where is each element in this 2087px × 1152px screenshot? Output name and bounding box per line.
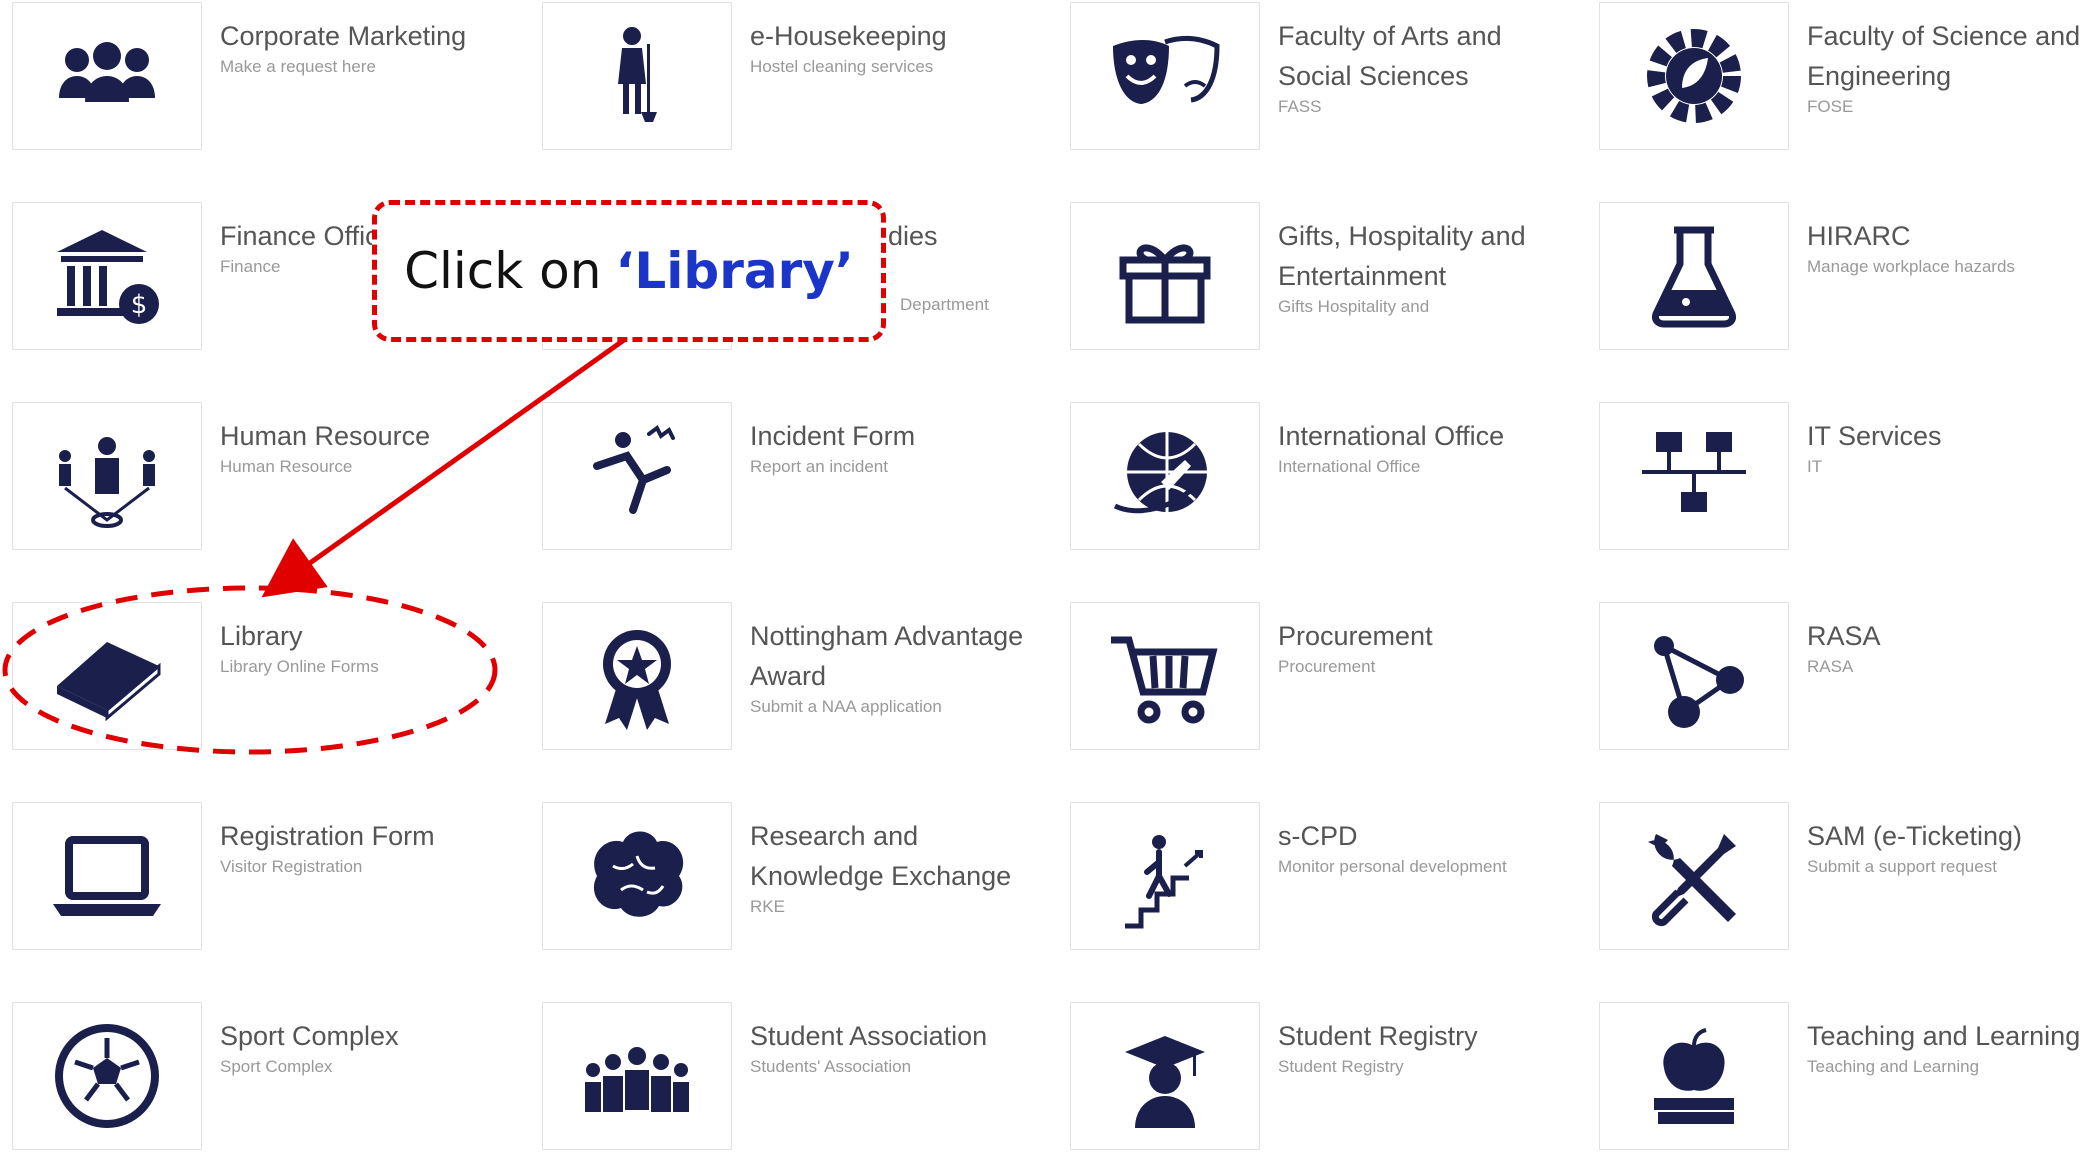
tile-sport-complex[interactable]: Sport Complex Sport Complex	[0, 1002, 530, 1152]
book-icon	[12, 602, 202, 750]
tile-subtitle: Monitor personal development	[1278, 857, 1507, 876]
tile-fass[interactable]: Faculty of Arts and Social Sciences FASS	[1058, 2, 1588, 152]
tile-teaching-learning[interactable]: Teaching and Learning Teaching and Learn…	[1587, 1002, 2087, 1152]
svg-text:$: $	[131, 290, 148, 320]
tile-hirarc[interactable]: HIRARC Manage workplace hazards	[1587, 202, 2087, 352]
tile-subtitle: Sport Complex	[220, 1057, 333, 1076]
tile-procurement[interactable]: Procurement Procurement	[1058, 602, 1588, 752]
theater-masks-icon	[1070, 2, 1260, 150]
tile-subtitle: Hostel cleaning services	[750, 57, 934, 76]
tile-subtitle: Manage workplace hazards	[1807, 257, 2015, 276]
tile-title: Research and Knowledge Exchange	[750, 821, 1012, 891]
people-network-icon	[12, 402, 202, 550]
tile-title: Teaching and Learning	[1807, 1021, 2081, 1051]
tile-s-cpd[interactable]: s-CPD Monitor personal development	[1058, 802, 1588, 952]
tile-title: Student Association	[750, 1021, 988, 1051]
tile-research-knowledge-exchange[interactable]: Research and Knowledge Exchange RKE	[530, 802, 1060, 952]
molecule-icon	[1599, 602, 1789, 750]
tile-subtitle: Gifts Hospitality and	[1278, 297, 1430, 316]
tile-subtitle: Teaching and Learning	[1807, 1057, 1980, 1076]
callout-prefix: Click on	[404, 242, 602, 300]
network-computers-icon	[1599, 402, 1789, 550]
tile-subtitle: FOSE	[1807, 97, 1854, 116]
gear-leaf-icon	[1599, 2, 1789, 150]
tile-international-office[interactable]: International Office International Offic…	[1058, 402, 1588, 552]
gift-icon	[1070, 202, 1260, 350]
tile-subtitle: Submit a support request	[1807, 857, 1997, 876]
tile-title: Library	[220, 621, 303, 651]
tile-subtitle: Student Registry	[1278, 1057, 1404, 1076]
people-group-icon	[12, 2, 202, 150]
tile-title: Gifts, Hospitality and Entertainment	[1278, 221, 1526, 291]
tile-student-association[interactable]: Student Association Students' Associatio…	[530, 1002, 1060, 1152]
tile-subtitle: IT	[1807, 457, 1823, 476]
tile-title: Faculty of Arts and Social Sciences	[1278, 21, 1502, 91]
shopping-cart-icon	[1070, 602, 1260, 750]
tile-title: International Office	[1278, 421, 1505, 451]
falling-person-icon	[542, 402, 732, 550]
tile-subtitle: FASS	[1278, 97, 1322, 116]
instruction-callout: Click on ‘Library’	[372, 200, 886, 342]
tile-rasa[interactable]: RASA RASA	[1587, 602, 2087, 752]
bank-dollar-icon: $	[12, 202, 202, 350]
crowd-icon	[542, 1002, 732, 1150]
tile-subtitle: International Office	[1278, 457, 1421, 476]
tile-title: Sport Complex	[220, 1021, 399, 1051]
tools-icon	[1599, 802, 1789, 950]
tile-title: Corporate Marketing	[220, 21, 467, 51]
callout-highlight: ‘Library’	[615, 242, 854, 300]
tile-corporate-marketing[interactable]: Corporate Marketing Make a request here	[0, 2, 530, 152]
tile-title: Nottingham Advantage Award	[750, 621, 1024, 691]
tile-subtitle: Procurement	[1278, 657, 1376, 676]
tile-subtitle: Visitor Registration	[220, 857, 363, 876]
graduate-icon	[1070, 1002, 1260, 1150]
laptop-icon	[12, 802, 202, 950]
tile-title: SAM (e-Ticketing)	[1807, 821, 2023, 851]
tile-title: Registration Form	[220, 821, 435, 851]
tile-title: Student Registry	[1278, 1021, 1478, 1051]
tile-gifts-hospitality[interactable]: Gifts, Hospitality and Entertainment Gif…	[1058, 202, 1588, 352]
tile-title: Procurement	[1278, 621, 1433, 651]
flask-icon	[1599, 202, 1789, 350]
tile-subtitle: Make a request here	[220, 57, 376, 76]
brain-icon	[542, 802, 732, 950]
tile-library[interactable]: Library Library Online Forms	[0, 602, 530, 752]
tile-title: HIRARC	[1807, 221, 1911, 251]
tile-subtitle: Human Resource	[220, 457, 353, 476]
tile-subtitle: Library Online Forms	[220, 657, 379, 676]
tile-title: IT Services	[1807, 421, 1942, 451]
tile-it-services[interactable]: IT Services IT	[1587, 402, 2087, 552]
tile-human-resource[interactable]: Human Resource Human Resource	[0, 402, 530, 552]
tile-title: Human Resource	[220, 421, 431, 451]
stairs-climb-icon	[1070, 802, 1260, 950]
tile-title: Incident Form	[750, 421, 916, 451]
housekeeper-icon	[542, 2, 732, 150]
tile-incident-form[interactable]: Incident Form Report an incident	[530, 402, 1060, 552]
tile-student-registry[interactable]: Student Registry Student Registry	[1058, 1002, 1588, 1152]
tile-subtitle: Students' Association	[750, 1057, 912, 1076]
tile-subtitle: Submit a NAA application	[750, 697, 942, 716]
tile-subtitle: Report an incident	[750, 457, 888, 476]
apple-books-icon	[1599, 1002, 1789, 1150]
tile-subtitle: RASA	[1807, 657, 1854, 676]
tile-title: Faculty of Science and Engineering	[1807, 21, 2081, 91]
tile-sam-e-ticketing[interactable]: SAM (e-Ticketing) Submit a support reque…	[1587, 802, 2087, 952]
soccer-ball-icon	[12, 1002, 202, 1150]
tile-title: e-Housekeeping	[750, 21, 947, 51]
tile-title: s-CPD	[1278, 821, 1358, 851]
globe-plane-icon	[1070, 402, 1260, 550]
award-ribbon-icon	[542, 602, 732, 750]
tile-registration-form[interactable]: Registration Form Visitor Registration	[0, 802, 530, 952]
tile-subtitle: RKE	[750, 897, 785, 916]
service-grid: Corporate Marketing Make a request here …	[0, 0, 2087, 1150]
tile-e-housekeeping[interactable]: e-Housekeeping Hostel cleaning services	[530, 2, 1060, 152]
tile-fose[interactable]: Faculty of Science and Engineering FOSE	[1587, 2, 2087, 152]
tile-nottingham-advantage-award[interactable]: Nottingham Advantage Award Submit a NAA …	[530, 602, 1060, 752]
tile-title: RASA	[1807, 621, 1881, 651]
